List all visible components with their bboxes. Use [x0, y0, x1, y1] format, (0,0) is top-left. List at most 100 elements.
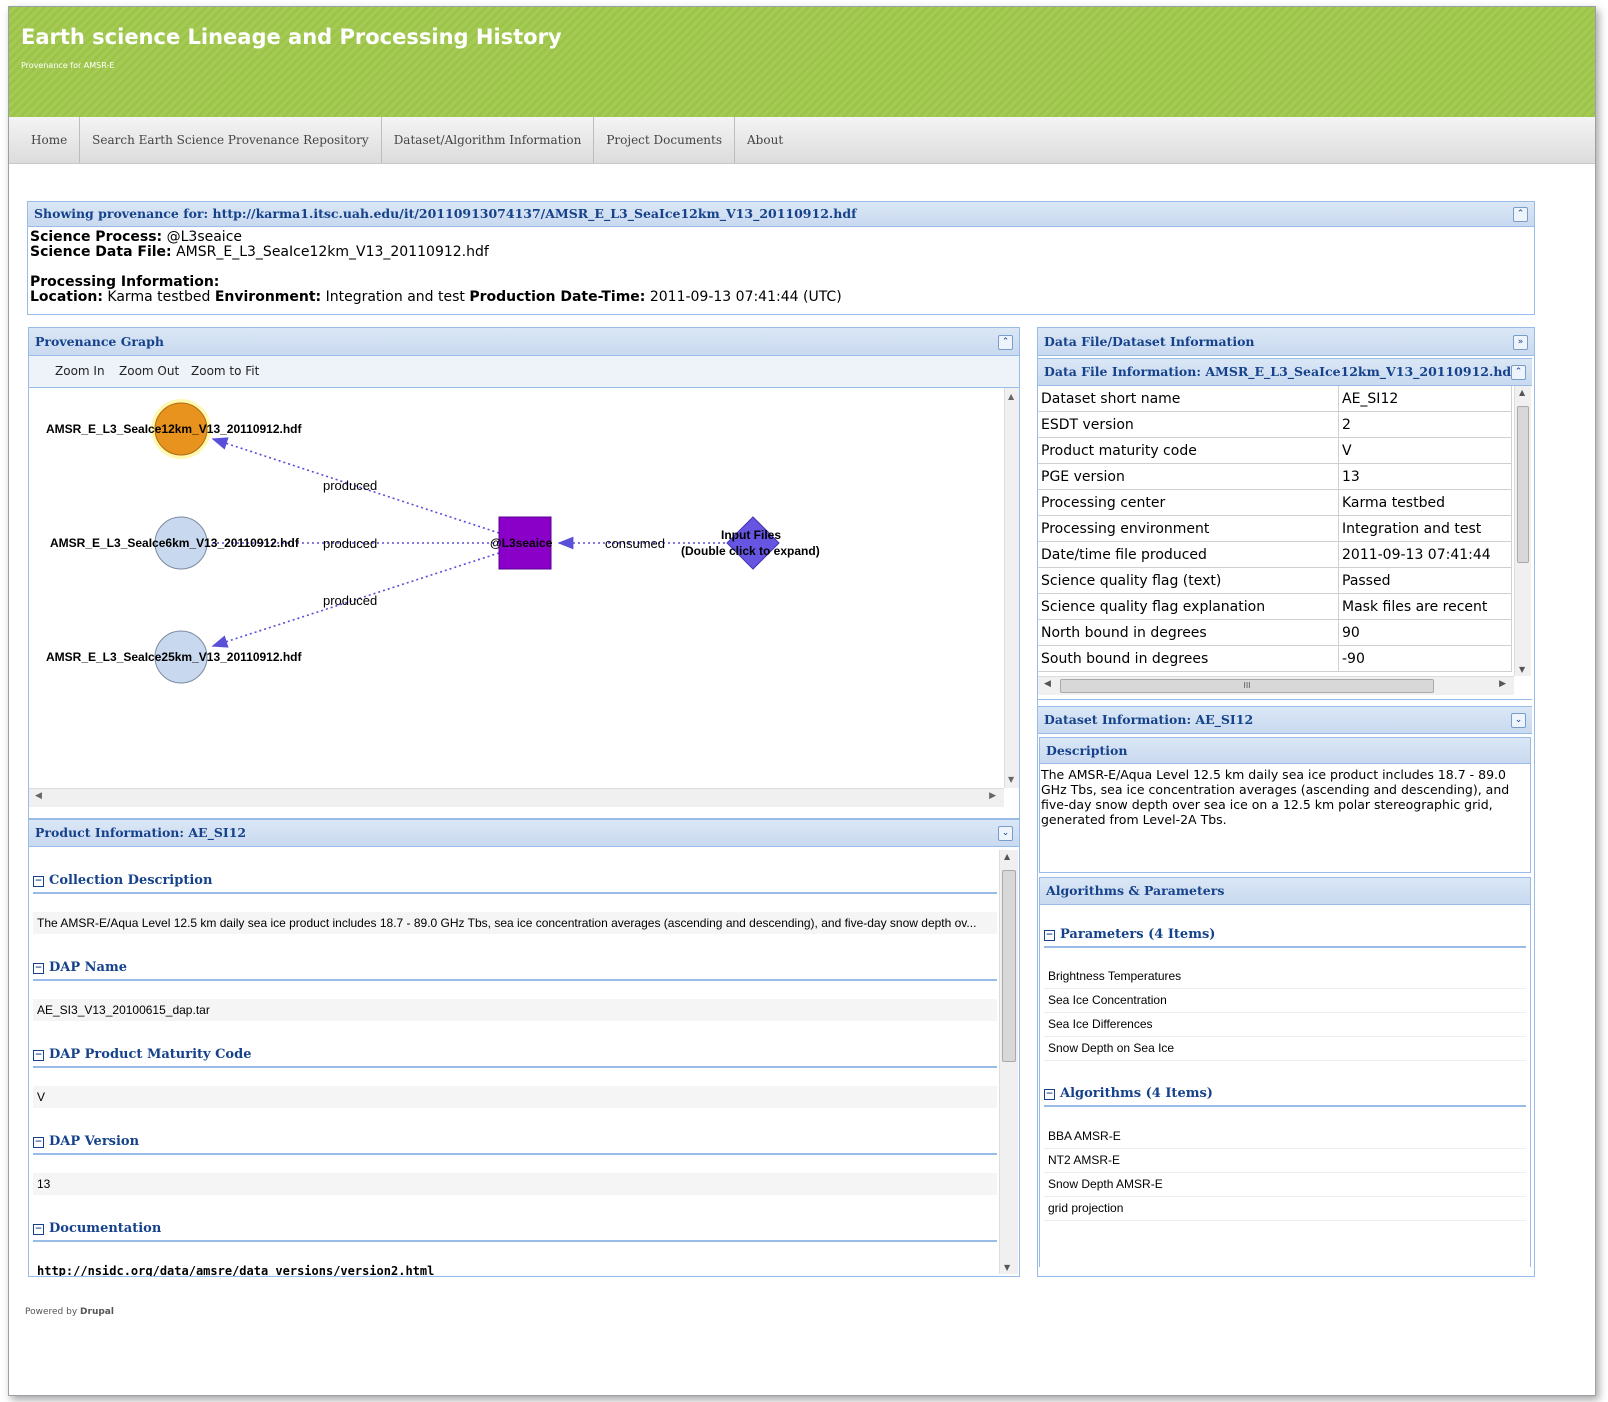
grid-row[interactable]: Processing center Karma testbed — [1038, 489, 1512, 516]
scroll-down-arrow-icon[interactable]: ▼ — [1008, 775, 1014, 784]
input-files-node[interactable] — [726, 516, 780, 570]
collection-description-header[interactable]: − Collection Description — [33, 870, 997, 894]
science-data-file-label: Science Data File: — [30, 244, 172, 260]
collapse-minus-icon[interactable]: − — [33, 1224, 44, 1235]
dataset-info-title: Dataset Information: AE_SI12 — [1038, 707, 1532, 734]
site-header: Earth science Lineage and Processing His… — [9, 7, 1595, 117]
grid-row[interactable]: Dataset short name AE_SI12 — [1038, 386, 1512, 412]
parameter-item[interactable]: Snow Depth on Sea Ice — [1044, 1036, 1526, 1061]
grid-row[interactable]: South bound in degrees -90 — [1038, 645, 1512, 672]
collapse-minus-icon[interactable]: − — [33, 963, 44, 974]
graph-canvas[interactable]: AMSR_E_L3_SeaIce12km_V13_20110912.hdf AM… — [29, 388, 1004, 788]
collapse-minus-icon[interactable]: − — [33, 1050, 44, 1061]
provenance-summary-title: Showing provenance for: http://karma1.it… — [28, 202, 1534, 227]
algorithms-header[interactable]: − Algorithms (4 Items) — [1044, 1083, 1526, 1107]
grid-value-cell: 90 — [1338, 619, 1512, 646]
parameter-item[interactable]: Sea Ice Differences — [1044, 1012, 1526, 1037]
grid-key-cell: Processing environment — [1038, 515, 1339, 542]
science-process-value: @L3seaice — [166, 229, 243, 245]
graph-vertical-scrollbar[interactable]: ▲ ▼ — [1004, 388, 1019, 788]
grid-row[interactable]: Product maturity code V — [1038, 437, 1512, 464]
scroll-right-arrow-icon[interactable]: ▶ — [989, 791, 996, 801]
grid-row[interactable]: Science quality flag (text) Passed — [1038, 567, 1512, 594]
zoom-out-button[interactable]: Zoom Out — [119, 364, 179, 378]
provenance-summary-panel: Showing provenance for: http://karma1.it… — [27, 201, 1535, 315]
edge-label-produced-12km: produced — [323, 478, 377, 493]
grid-row[interactable]: North bound in degrees 90 — [1038, 619, 1512, 646]
grid-value-cell: V — [1338, 437, 1512, 464]
product-vertical-scrollbar[interactable]: ▲ ▼ — [999, 850, 1018, 1274]
algorithm-item[interactable]: BBA AMSR-E — [1044, 1124, 1526, 1149]
scroll-up-arrow-icon[interactable]: ▲ — [1008, 392, 1014, 401]
dataset-information-title: Data File/Dataset Information — [1038, 328, 1534, 356]
scroll-right-arrow-icon[interactable]: ▶ — [1499, 679, 1506, 689]
input-files-label: Input Files — [721, 528, 781, 542]
documentation-header[interactable]: − Documentation — [33, 1218, 997, 1242]
grid-key-cell: Science quality flag explanation — [1038, 593, 1339, 620]
grid-row[interactable]: ESDT version 2 — [1038, 411, 1512, 438]
scroll-down-arrow-icon[interactable]: ▼ — [1519, 665, 1525, 674]
grid-key-cell: PGE version — [1038, 463, 1339, 490]
expand-down-icon[interactable]: ⌄ — [998, 826, 1013, 841]
scroll-thumb[interactable] — [1002, 870, 1016, 1062]
nav-project-documents[interactable]: Project Documents — [594, 117, 736, 163]
parameter-item[interactable]: Brightness Temperatures — [1044, 964, 1526, 989]
edge-label-produced-25km: produced — [323, 593, 377, 608]
scroll-left-arrow-icon[interactable]: ◀ — [1044, 679, 1051, 689]
parameters-header[interactable]: − Parameters (4 Items) — [1044, 924, 1526, 948]
drupal-link[interactable]: Drupal — [80, 1307, 114, 1317]
collapse-minus-icon[interactable]: − — [33, 876, 44, 887]
description-title: Description — [1040, 738, 1530, 764]
collapse-minus-icon[interactable]: − — [1044, 1089, 1055, 1100]
environment-label: Environment: — [214, 289, 322, 305]
documentation-link[interactable]: http://nsidc.org/data/amsre/data_version… — [33, 1260, 997, 1276]
dap-version-header[interactable]: − DAP Version — [33, 1131, 997, 1155]
algorithms-parameters-title: Algorithms & Parameters — [1040, 878, 1530, 905]
file-node-25km-label: AMSR_E_L3_SeaIce25km_V13_20110912.hdf — [46, 650, 303, 664]
nav-search[interactable]: Search Earth Science Provenance Reposito… — [80, 117, 382, 163]
collapse-minus-icon[interactable]: − — [33, 1137, 44, 1148]
grid-horizontal-scrollbar[interactable]: ◀ III ▶ — [1038, 676, 1514, 695]
zoom-in-button[interactable]: Zoom In — [55, 364, 105, 378]
grid-row[interactable]: PGE version 13 — [1038, 463, 1512, 490]
grid-key-cell: Date/time file produced — [1038, 541, 1339, 568]
scroll-up-arrow-icon[interactable]: ▲ — [1519, 388, 1525, 397]
description-text: The AMSR-E/Aqua Level 12.5 km daily sea … — [1041, 767, 1510, 827]
collapse-up-icon[interactable]: ⌃ — [1511, 365, 1526, 380]
collapse-up-icon[interactable]: ⌃ — [998, 335, 1013, 350]
grid-key-cell: North bound in degrees — [1038, 619, 1339, 646]
grid-row[interactable]: Processing environment Integration and te… — [1038, 515, 1512, 542]
scroll-up-arrow-icon[interactable]: ▲ — [1004, 852, 1010, 861]
scroll-thumb[interactable] — [1517, 406, 1529, 563]
grid-row[interactable]: Science quality flag explanation Mask fil… — [1038, 593, 1512, 620]
scroll-left-arrow-icon[interactable]: ◀ — [35, 791, 42, 801]
nav-home[interactable]: Home — [9, 117, 81, 163]
nav-dataset-algorithm[interactable]: Dataset/Algorithm Information — [382, 117, 595, 163]
footer: Powered by Drupal — [25, 1307, 114, 1317]
expand-down-icon[interactable]: ⌄ — [1511, 713, 1526, 728]
graph-horizontal-scrollbar[interactable]: ◀ ▶ — [29, 788, 1004, 807]
algorithm-item[interactable]: NT2 AMSR-E — [1044, 1148, 1526, 1173]
parameter-item[interactable]: Sea Ice Concentration — [1044, 988, 1526, 1013]
grid-row[interactable]: Date/time file produced 2011-09-13 07:41:… — [1038, 541, 1512, 568]
dap-name-header[interactable]: − DAP Name — [33, 957, 997, 981]
nav-about[interactable]: About — [735, 117, 795, 163]
dataset-information-panel: Data File/Dataset Information » Data Fil… — [1037, 327, 1535, 1277]
grid-value-cell: 13 — [1338, 463, 1512, 490]
edge-label-consumed: consumed — [605, 536, 665, 551]
dap-maturity-header[interactable]: − DAP Product Maturity Code — [33, 1044, 997, 1068]
file-node-6km-label: AMSR_E_L3_SeaIce6km_V13_20110912.hdf — [50, 536, 300, 550]
zoom-to-fit-button[interactable]: Zoom to Fit — [191, 364, 259, 378]
site-title[interactable]: Earth science Lineage and Processing His… — [21, 25, 562, 49]
grid-key-cell: Science quality flag (text) — [1038, 567, 1339, 594]
scroll-thumb[interactable]: III — [1060, 679, 1434, 693]
grid-vertical-scrollbar[interactable]: ▲ ▼ — [1514, 386, 1531, 676]
algorithm-item[interactable]: grid projection — [1044, 1196, 1526, 1221]
grid-value-cell: Passed — [1338, 567, 1512, 594]
collapse-up-icon[interactable]: ⌃ — [1513, 207, 1528, 222]
collapse-right-icon[interactable]: » — [1513, 335, 1528, 350]
collapse-minus-icon[interactable]: − — [1044, 930, 1055, 941]
scroll-down-arrow-icon[interactable]: ▼ — [1004, 1263, 1010, 1272]
grid-key-cell: Product maturity code — [1038, 437, 1339, 464]
algorithm-item[interactable]: Snow Depth AMSR-E — [1044, 1172, 1526, 1197]
